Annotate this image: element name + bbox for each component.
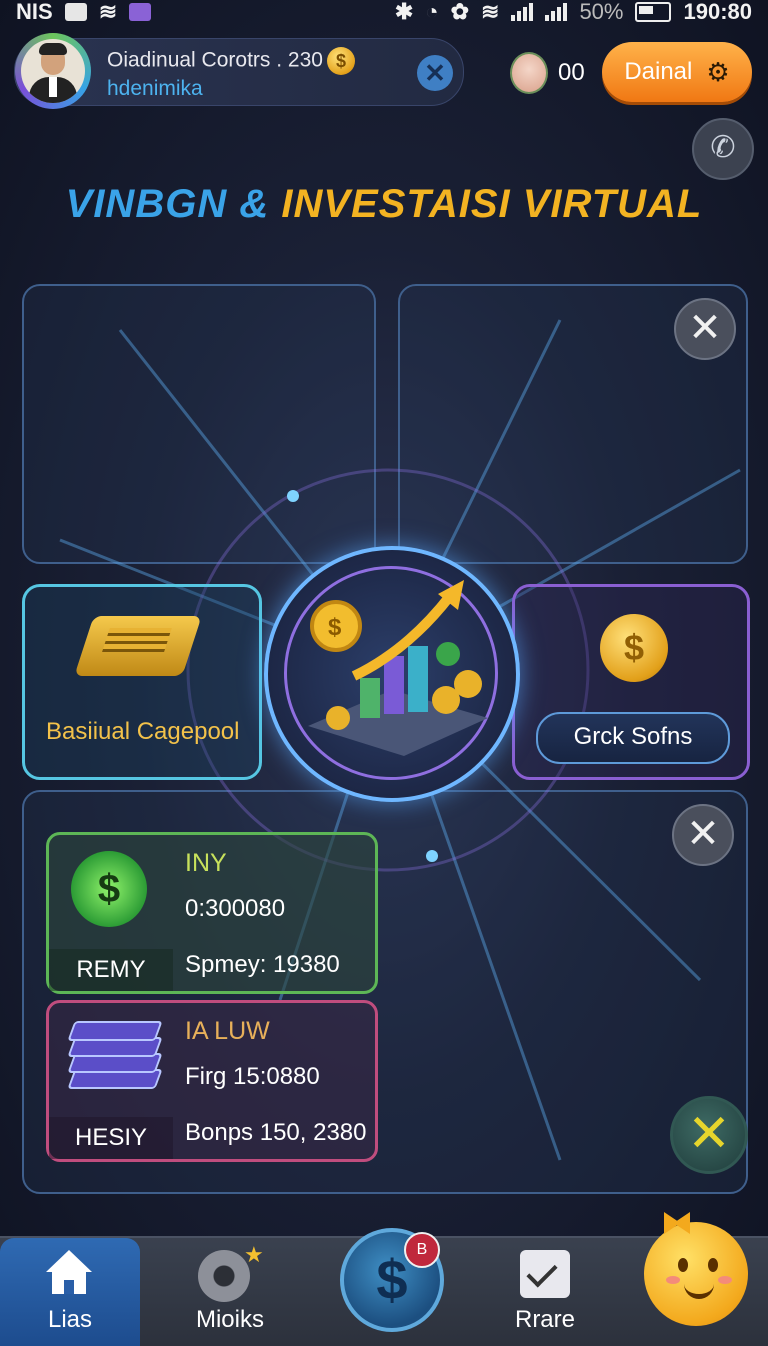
- vault-card[interactable]: [22, 584, 262, 780]
- nav-item-missions[interactable]: ★ Mioiks: [160, 1238, 300, 1346]
- checkbox-icon: [64, 3, 87, 21]
- mascot-icon[interactable]: [644, 1222, 748, 1326]
- nav-label: Mioiks: [195, 1306, 264, 1333]
- close-icon[interactable]: ✕: [674, 298, 736, 360]
- page-title: VINBGN & INVESTAISI VIRTUAL: [65, 182, 703, 226]
- app-notification-icon: [129, 3, 152, 21]
- dollar-gear-icon: $: [600, 614, 668, 682]
- gear-icon: ⚙: [706, 56, 730, 87]
- wifi-icon: ≋: [481, 0, 500, 24]
- vault-label: Basiiual Cagepool: [46, 718, 240, 745]
- bluetooth-icon: ✱: [394, 0, 414, 24]
- books-icon: [67, 1019, 163, 1099]
- profile-username: hdenimika: [107, 77, 203, 100]
- investment-orb[interactable]: $: [264, 546, 520, 802]
- disc-icon: [198, 1250, 250, 1302]
- clock: 190:80: [683, 0, 752, 24]
- daily-button-label: Dainal: [624, 58, 693, 85]
- card-subtitle: Spmey: 19380: [185, 951, 340, 978]
- nav-item-share[interactable]: Rrare: [480, 1238, 610, 1346]
- card-title: INY: [185, 849, 227, 877]
- daily-button[interactable]: Dainal ⚙: [602, 42, 752, 102]
- sync-icon: ◔: [425, 0, 439, 24]
- coin-icon: $: [326, 47, 355, 75]
- card-value: 0:300080: [185, 895, 286, 922]
- notification-badge: B: [404, 1232, 440, 1268]
- stock-button[interactable]: Grck Sofns: [536, 712, 730, 764]
- avatar[interactable]: [15, 33, 91, 109]
- investment-card[interactable]: HESIY IA LUW Firg 15:0880 Bonps 150, 238…: [46, 1000, 378, 1162]
- android-icon: ✿: [450, 0, 469, 24]
- home-icon: [46, 1250, 92, 1294]
- nav-label: Lias: [47, 1306, 93, 1333]
- close-icon[interactable]: ✕: [417, 55, 453, 91]
- close-icon[interactable]: ✕: [672, 804, 734, 866]
- card-title: IA LUW: [185, 1017, 270, 1045]
- profile-bar[interactable]: Oiadinual Corotrs . 230 $ hdenimika ✕: [14, 33, 464, 109]
- dollar-badge-icon: $: [71, 851, 147, 927]
- star-icon: ★: [244, 1242, 264, 1267]
- signal-icon: [545, 3, 568, 21]
- phone-icon[interactable]: ✆: [692, 118, 754, 180]
- svg-text:$: $: [328, 614, 342, 641]
- confirm-x-icon[interactable]: ✕: [670, 1096, 748, 1174]
- panel-top-left: [22, 284, 376, 564]
- card-tag: HESIY: [49, 1117, 173, 1159]
- growth-chart-icon: $: [308, 580, 488, 756]
- nav-label: Rrare: [514, 1306, 575, 1333]
- status-bar: NIS ≋ ✱ ◔ ✿ ≋ 50% 190:80: [0, 0, 768, 24]
- card-value: Firg 15:0880: [185, 1063, 320, 1090]
- lives-count: 00: [558, 59, 585, 86]
- battery-icon: [635, 2, 672, 22]
- battery-percent: 50%: [579, 0, 624, 24]
- carrier-text: NIS: [16, 0, 53, 24]
- gold-bar-icon: [74, 616, 202, 676]
- mail-icon: [520, 1250, 570, 1298]
- character-icon: [510, 52, 548, 94]
- investment-card[interactable]: $ REMY INY 0:300080 Spmey: 19380: [46, 832, 378, 994]
- nav-item-home[interactable]: Lias: [0, 1238, 140, 1346]
- card-tag: REMY: [49, 949, 173, 991]
- wifi-icon: ≋: [98, 0, 118, 24]
- profile-name: Oiadinual Corotrs . 230 $: [107, 47, 355, 75]
- card-subtitle: Bonps 150, 2380: [185, 1119, 367, 1146]
- signal-icon: [511, 3, 534, 21]
- lives-counter[interactable]: 00: [510, 52, 585, 94]
